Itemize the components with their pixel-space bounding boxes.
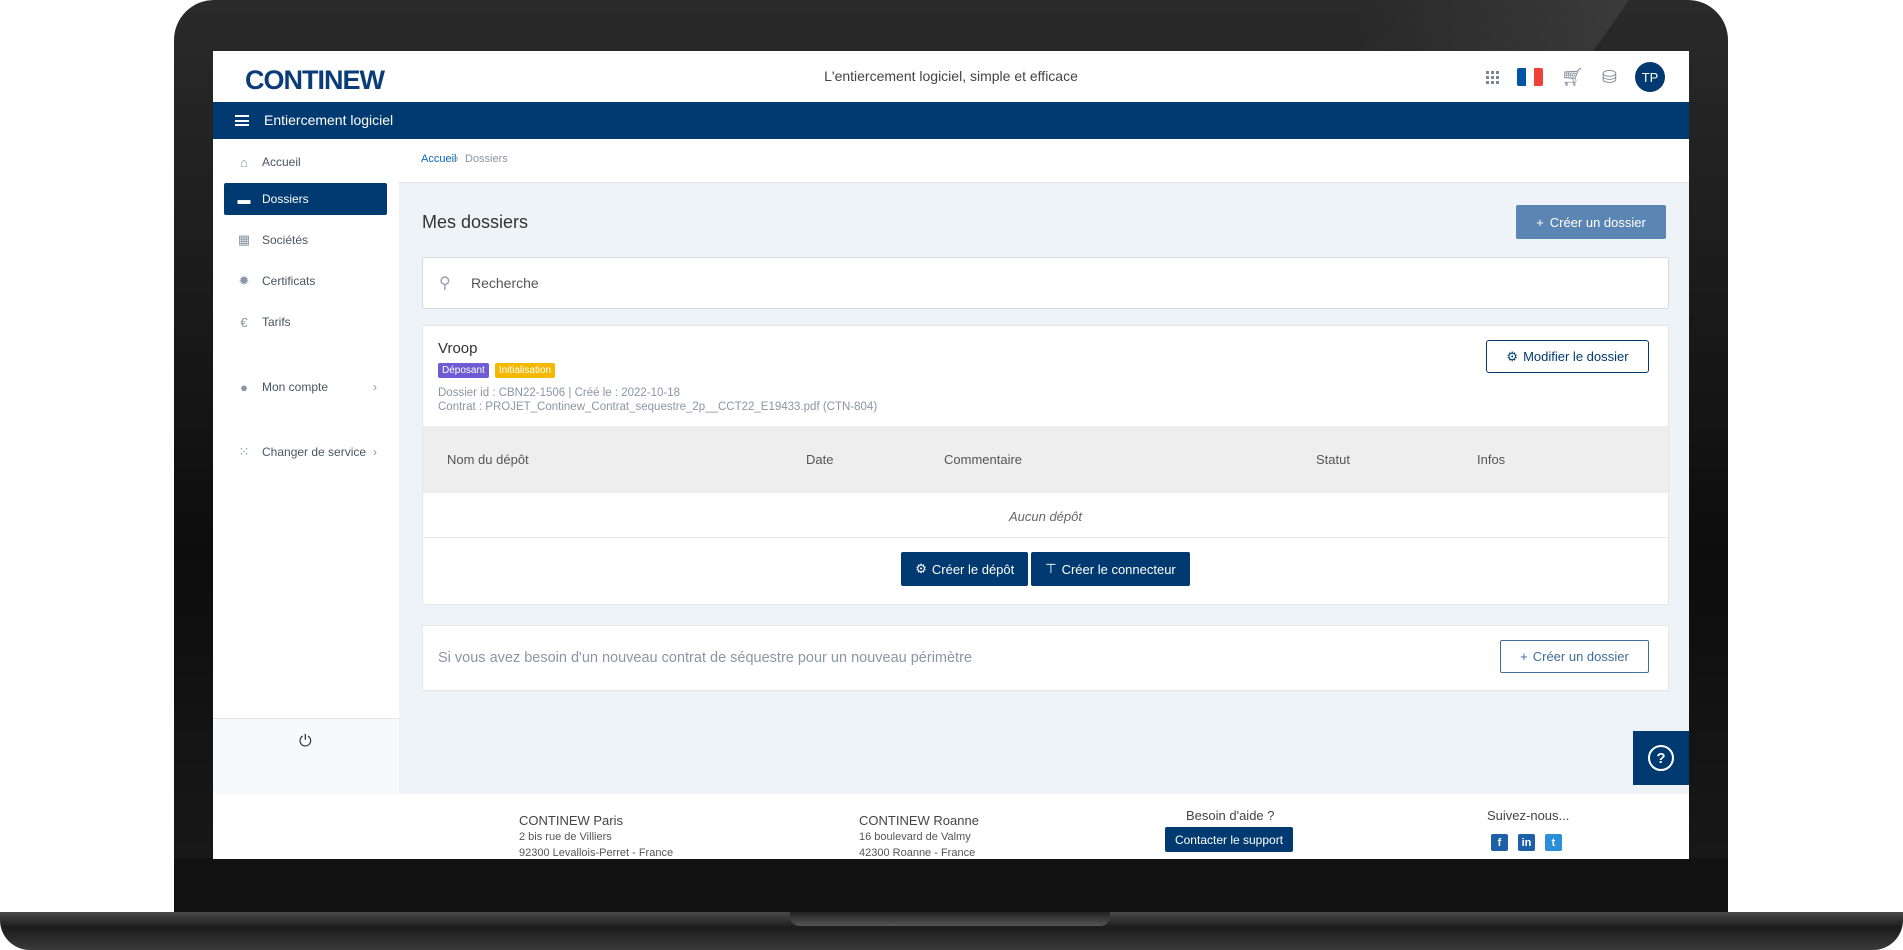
service-title: Entiercement logiciel: [264, 112, 394, 128]
status-badge: Déposant: [438, 363, 489, 378]
user-avatar[interactable]: TP: [1635, 62, 1665, 92]
euro-icon: €: [240, 314, 248, 330]
service-navbar: Entiercement logiciel: [213, 102, 1689, 139]
french-flag-icon[interactable]: [1517, 68, 1544, 86]
power-logout-icon[interactable]: ⏻: [299, 733, 312, 751]
help-button[interactable]: ?: [1633, 731, 1689, 785]
footer-paris-title: CONTINEW Paris: [519, 813, 623, 828]
building-icon: ▦: [237, 232, 251, 247]
sidebar-item-accueil[interactable]: ⌂ Accueil: [224, 146, 387, 178]
search-box: ⚲: [422, 257, 1669, 309]
empty-message: Aucun dépôt: [1008, 509, 1082, 524]
plus-icon: +: [1536, 214, 1544, 230]
dossier-meta-contract: Contrat : PROJET_Continew_Contrat_seques…: [438, 401, 878, 413]
breadcrumb-separator: ›: [455, 153, 459, 165]
footer-roanne-title: CONTINEW Roanne: [859, 813, 979, 828]
footer-paris-address: 2 bis rue de Villiers: [519, 831, 612, 843]
create-dossier-outline-button[interactable]: + Créer un dossier: [1500, 640, 1649, 673]
linkedin-icon[interactable]: in: [1518, 834, 1535, 851]
footer: CONTINEW Paris 2 bis rue de Villiers 923…: [213, 794, 1689, 859]
app-screen: CONTINEW L'entiercement logiciel, simple…: [213, 51, 1689, 859]
column-header[interactable]: Nom du dépôt: [447, 452, 529, 467]
top-header: CONTINEW L'entiercement logiciel, simple…: [213, 51, 1689, 102]
breadcrumb-current: Dossiers: [465, 153, 508, 165]
twitter-icon[interactable]: t: [1545, 834, 1562, 851]
sidebar-footer: ⏻: [213, 718, 399, 795]
home-icon: ⌂: [240, 154, 248, 170]
cart-icon[interactable]: 🛒︎: [1561, 68, 1584, 86]
chevron-right-icon: ›: [373, 380, 377, 394]
column-header[interactable]: Commentaire: [944, 452, 1022, 467]
user-icon: ●: [240, 379, 248, 395]
tagline: L'entiercement logiciel, simple et effic…: [824, 68, 1078, 84]
gear-icon: ⚙: [1506, 348, 1519, 364]
folder-icon: ▬: [237, 191, 251, 207]
sidebar-item-mon-compte[interactable]: ● Mon compte ›: [224, 371, 387, 403]
dossier-card: Vroop Déposant Initialisation Dossier id…: [422, 325, 1669, 605]
deposits-table-header: Nom du dépôt Date Commentaire Statut Inf…: [423, 426, 1668, 493]
contact-support-button[interactable]: Contacter le support: [1165, 827, 1293, 852]
breadcrumb-home-link[interactable]: Accueil: [421, 153, 456, 165]
sidebar-item-changer-service[interactable]: ⁙ Changer de service ›: [224, 436, 387, 468]
laptop-bezel-bottom: [174, 858, 1728, 914]
dossier-badges: Déposant Initialisation: [438, 363, 556, 378]
sidebar-item-label: Dossiers: [262, 192, 309, 206]
sidebar-item-label: Accueil: [262, 155, 301, 169]
sidebar-item-certificats[interactable]: ✹ Certificats: [224, 265, 387, 297]
breadcrumb: Accueil › Dossiers: [399, 139, 1689, 183]
create-connector-button[interactable]: ⊤ Créer le connecteur: [1031, 552, 1190, 586]
modify-dossier-button[interactable]: ⚙ Modifier le dossier: [1486, 340, 1649, 373]
social-links: f in t: [1491, 834, 1562, 851]
footer-roanne-address: 16 boulevard de Valmy: [859, 831, 971, 843]
footer-paris-city: 92300 Levallois-Perret - France: [519, 847, 674, 859]
column-header[interactable]: Infos: [1477, 452, 1505, 467]
apps-grid-icon[interactable]: [1486, 70, 1500, 84]
sidebar-item-label: Sociétés: [262, 233, 309, 247]
footer-help-title: Besoin d'aide ?: [1186, 808, 1275, 823]
create-dossier-button[interactable]: + Créer un dossier: [1516, 205, 1666, 239]
coins-icon[interactable]: ⛁: [1602, 68, 1617, 86]
new-contract-text: Si vous avez besoin d'un nouveau contrat…: [438, 650, 972, 666]
connector-icon: ⊤: [1045, 561, 1057, 576]
question-icon: ?: [1648, 745, 1674, 771]
sidebar: ⌂ Accueil ▬ Dossiers ▦ Sociétés ✹ Certif…: [213, 139, 399, 795]
column-header[interactable]: Date: [806, 452, 833, 467]
chevron-right-icon: ›: [373, 445, 377, 459]
dossier-meta-id: Dossier id : CBN22-1506 | Créé le : 2022…: [438, 387, 681, 399]
sidebar-item-label: Mon compte: [262, 380, 329, 394]
gear-icon: ⚙: [915, 561, 927, 576]
sidebar-item-dossiers[interactable]: ▬ Dossiers: [224, 183, 387, 215]
grid-icon: ⁙: [238, 444, 250, 459]
search-input[interactable]: [469, 274, 1573, 292]
sidebar-item-tarifs[interactable]: € Tarifs: [224, 306, 387, 338]
dossier-actions: ⚙ Créer le dépôt ⊤ Créer le connecteur: [423, 552, 1668, 588]
sidebar-item-label: Certificats: [262, 274, 316, 288]
facebook-icon[interactable]: f: [1491, 834, 1508, 851]
hamburger-menu-icon[interactable]: [235, 115, 249, 126]
sidebar-item-label: Changer de service: [262, 445, 367, 459]
create-deposit-button[interactable]: ⚙ Créer le dépôt: [901, 552, 1029, 586]
footer-roanne-city: 42300 Roanne - France: [859, 847, 976, 859]
header-actions: 🛒︎ ⛁ TP: [1486, 61, 1665, 93]
plus-icon: +: [1520, 649, 1528, 664]
sidebar-item-societes[interactable]: ▦ Sociétés: [224, 224, 387, 256]
search-icon: ⚲: [439, 275, 451, 292]
laptop-notch: [790, 912, 1110, 926]
column-header[interactable]: Statut: [1316, 452, 1350, 467]
footer-follow-title: Suivez-nous...: [1487, 808, 1570, 823]
page-title: Mes dossiers: [422, 212, 529, 232]
table-empty-row: Aucun dépôt: [423, 493, 1668, 538]
dossier-name: Vroop: [438, 340, 478, 357]
status-badge: Initialisation: [494, 363, 556, 378]
new-contract-card: Si vous avez besoin d'un nouveau contrat…: [422, 625, 1669, 691]
sidebar-item-label: Tarifs: [262, 315, 291, 329]
certificate-icon: ✹: [238, 273, 250, 288]
